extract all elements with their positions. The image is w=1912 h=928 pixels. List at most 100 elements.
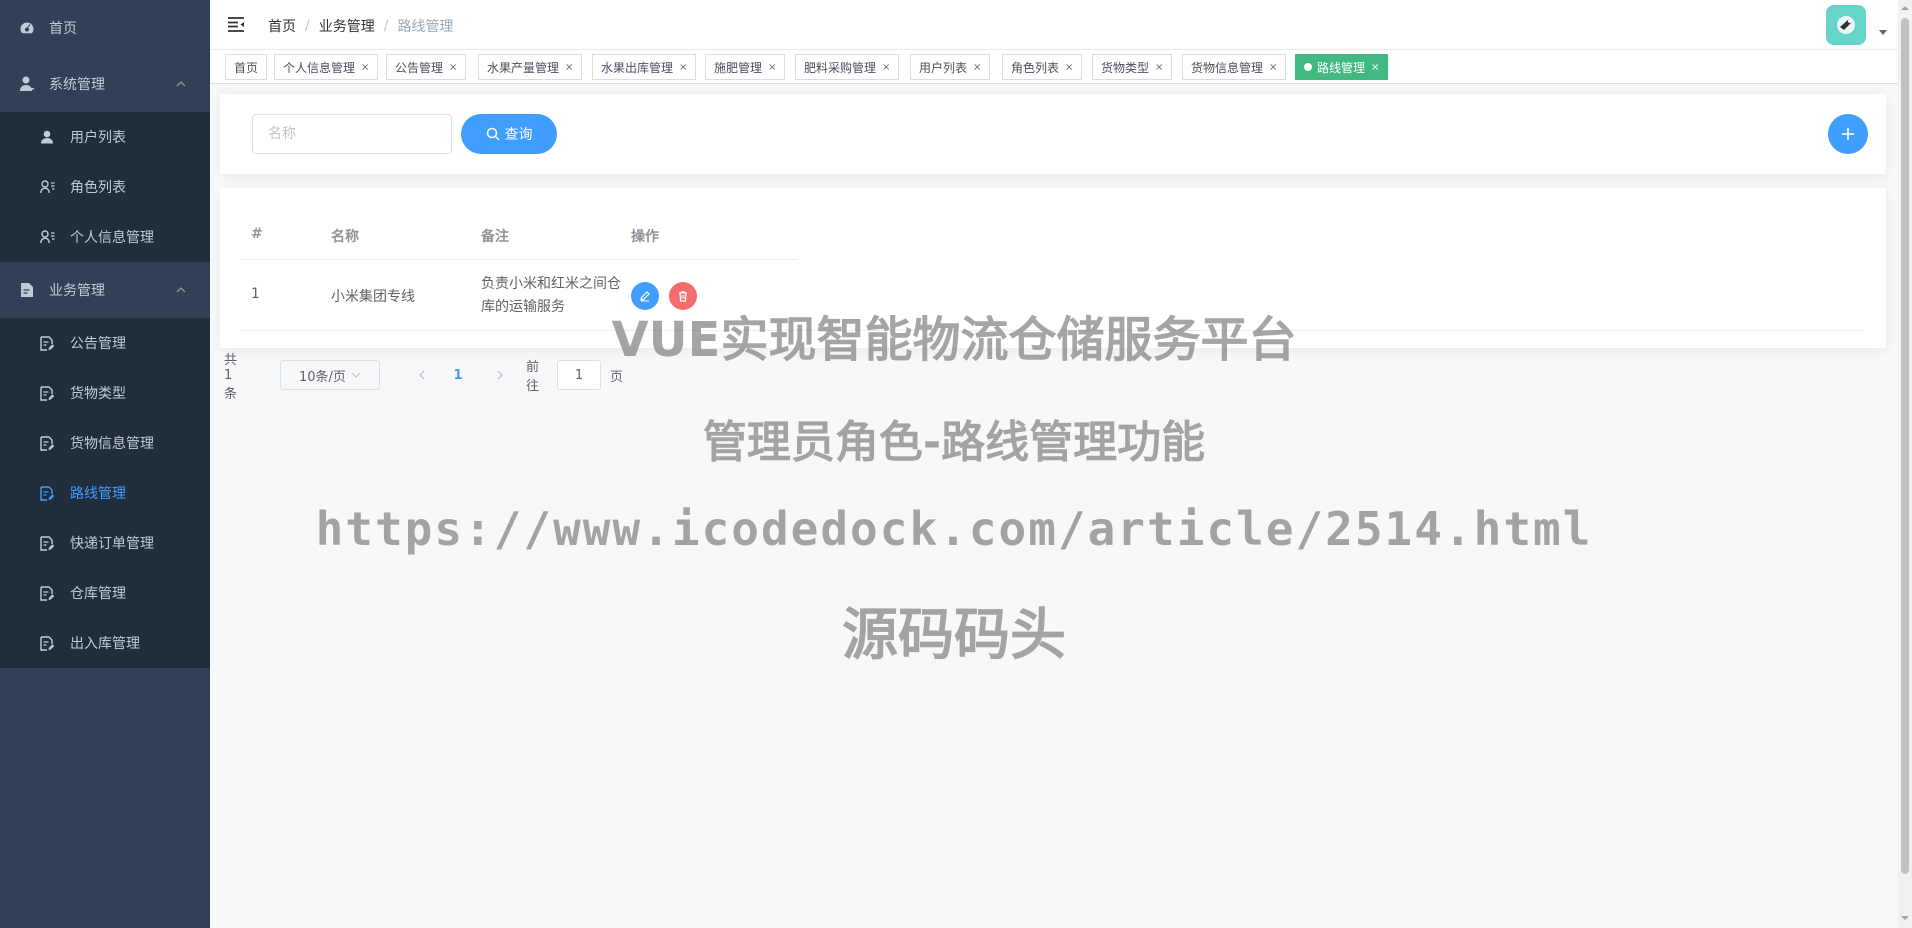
tag-role-list[interactable]: 角色列表 ×: [1002, 54, 1083, 80]
sidebar-item-role-list[interactable]: 角色列表: [0, 162, 210, 212]
main-content: 查询 # 名称 备注 操作 1 小米集团专线 负责小米和红米之间仓库的运输服务 …: [210, 84, 1898, 928]
tag-route-active[interactable]: 路线管理 ×: [1295, 54, 1389, 80]
tag-fertilize[interactable]: 施肥管理 ×: [705, 54, 786, 80]
menu-fold-icon[interactable]: [226, 14, 246, 34]
close-icon[interactable]: ×: [768, 62, 776, 73]
close-icon[interactable]: ×: [361, 62, 369, 73]
sidebar: 首页 系统管理 用户列表 角色列表 个人信息管理 业务管理 公告管理 货物类型 …: [0, 0, 210, 928]
navbar: 首页 / 业务管理 / 路线管理: [210, 0, 1912, 50]
goto-page-input[interactable]: [557, 360, 601, 390]
close-icon[interactable]: ×: [679, 62, 687, 73]
query-button[interactable]: 查询: [461, 114, 557, 154]
tag-fruit-outbound[interactable]: 水果出库管理 ×: [592, 54, 697, 80]
page-number[interactable]: 1: [448, 360, 468, 390]
cell-remark: 负责小米和红米之间仓库的运输服务: [481, 276, 621, 315]
sidebar-item-business[interactable]: 业务管理: [0, 262, 210, 318]
sidebar-item-profile[interactable]: 个人信息管理: [0, 212, 210, 262]
document-edit-icon: [39, 385, 55, 401]
page-size-select[interactable]: 10条/页: [280, 360, 380, 390]
sidebar-item-route[interactable]: 路线管理: [0, 468, 210, 518]
chevron-right-icon: [497, 370, 503, 380]
sidebar-item-goods-type[interactable]: 货物类型: [0, 368, 210, 418]
tag-label: 公告管理: [395, 60, 444, 75]
breadcrumb-item[interactable]: 业务管理: [319, 16, 375, 36]
column-header-index: #: [251, 226, 263, 242]
chevron-up-icon: [176, 81, 186, 87]
sidebar-item-warehouse[interactable]: 仓库管理: [0, 568, 210, 618]
close-icon[interactable]: ×: [1269, 62, 1277, 73]
avatar-icon: [1837, 16, 1855, 34]
user-icon: [39, 129, 55, 145]
page-scrollbar[interactable]: [1898, 0, 1912, 928]
tag-label: 施肥管理: [714, 60, 763, 75]
tag-fertilizer-purchase[interactable]: 肥料采购管理 ×: [795, 54, 900, 80]
sidebar-item-label: 首页: [49, 21, 77, 37]
tag-label: 个人信息管理: [283, 60, 356, 75]
sidebar-item-label: 角色列表: [70, 180, 126, 196]
tag-goods-type[interactable]: 货物类型 ×: [1092, 54, 1173, 80]
document-edit-icon: [39, 485, 55, 501]
dashboard-icon: [19, 20, 35, 36]
close-icon[interactable]: ×: [1371, 62, 1379, 73]
pagination-total: 共 1 条: [224, 352, 238, 402]
document-edit-icon: [39, 585, 55, 601]
chevron-down-icon: [351, 372, 361, 378]
sidebar-item-label: 出入库管理: [70, 636, 140, 652]
close-icon[interactable]: ×: [882, 62, 890, 73]
tag-label: 路线管理: [1317, 60, 1366, 75]
chevron-left-icon: [419, 370, 425, 380]
page-suffix-label: 页: [610, 369, 624, 385]
avatar[interactable]: [1826, 5, 1866, 45]
goto-label: 前往: [526, 360, 540, 394]
tag-user-list[interactable]: 用户列表 ×: [910, 54, 991, 80]
close-icon[interactable]: ×: [565, 62, 573, 73]
close-icon[interactable]: ×: [973, 62, 981, 73]
delete-button[interactable]: [669, 282, 697, 310]
scroll-down-icon[interactable]: [1901, 914, 1909, 922]
tag-profile[interactable]: 个人信息管理 ×: [274, 54, 379, 80]
breadcrumb-item[interactable]: 首页: [268, 16, 296, 36]
close-icon[interactable]: ×: [449, 62, 457, 73]
sidebar-item-user-list[interactable]: 用户列表: [0, 112, 210, 162]
sidebar-item-goods-info[interactable]: 货物信息管理: [0, 418, 210, 468]
table-row: 1 小米集团专线 负责小米和红米之间仓库的运输服务: [240, 260, 1866, 331]
name-search-input[interactable]: [252, 114, 452, 154]
next-page-button[interactable]: [490, 360, 510, 390]
cell-index: 1: [251, 286, 260, 302]
sidebar-item-label: 用户列表: [70, 130, 126, 146]
close-icon[interactable]: ×: [1155, 62, 1163, 73]
sidebar-item-home[interactable]: 首页: [0, 0, 210, 56]
table-header: # 名称 备注 操作: [240, 208, 798, 260]
tag-home[interactable]: 首页: [225, 54, 268, 80]
sidebar-item-system[interactable]: 系统管理: [0, 56, 210, 112]
tag-label: 水果出库管理: [601, 60, 674, 75]
prev-page-button[interactable]: [412, 360, 432, 390]
scroll-thumb[interactable]: [1901, 18, 1909, 874]
tag-label: 角色列表: [1011, 60, 1060, 75]
edit-button[interactable]: [631, 282, 659, 310]
sidebar-item-label: 路线管理: [70, 486, 126, 502]
close-icon[interactable]: ×: [1065, 62, 1073, 73]
active-dot-icon: [1304, 63, 1312, 71]
column-header-remark: 备注: [481, 229, 509, 245]
sidebar-item-express-order[interactable]: 快递订单管理: [0, 518, 210, 568]
document-edit-icon: [39, 535, 55, 551]
add-button[interactable]: [1828, 114, 1868, 154]
tag-fruit-output[interactable]: 水果产量管理 ×: [478, 54, 583, 80]
page-size-value: 10条/页: [299, 369, 346, 385]
document-edit-icon: [39, 635, 55, 651]
query-button-label: 查询: [504, 126, 533, 142]
document-icon: [19, 282, 35, 298]
document-edit-icon: [39, 435, 55, 451]
sidebar-item-label: 公告管理: [70, 336, 126, 352]
scroll-up-icon[interactable]: [1901, 4, 1909, 12]
tag-notice[interactable]: 公告管理 ×: [386, 54, 467, 80]
sidebar-item-notice[interactable]: 公告管理: [0, 318, 210, 368]
tag-goods-info[interactable]: 货物信息管理 ×: [1182, 54, 1287, 80]
sidebar-item-in-out[interactable]: 出入库管理: [0, 618, 210, 668]
column-header-actions: 操作: [631, 229, 659, 245]
tag-label: 货物类型: [1101, 60, 1150, 75]
chevron-up-icon: [176, 287, 186, 293]
user-card-icon: [39, 179, 55, 195]
caret-down-icon[interactable]: [1878, 30, 1888, 36]
